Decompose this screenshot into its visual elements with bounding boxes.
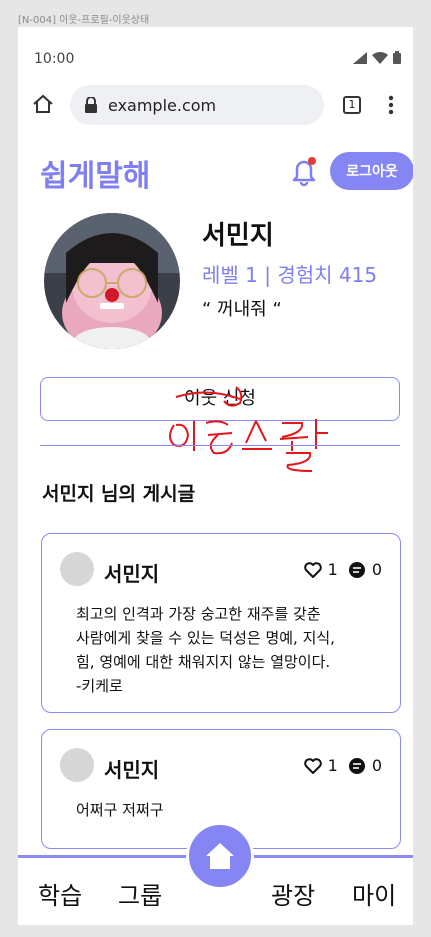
- comment-icon[interactable]: [348, 757, 366, 775]
- nav-my[interactable]: 마이: [352, 876, 396, 911]
- section-divider: [40, 445, 400, 446]
- nav-plaza[interactable]: 광장: [271, 876, 315, 911]
- battery-icon: [393, 51, 401, 64]
- avatar-image: [44, 213, 180, 349]
- status-time: 10:00: [34, 51, 75, 67]
- notification-dot: [308, 157, 316, 165]
- profile-status-message: “ 꺼내줘 “: [202, 299, 282, 320]
- profile-avatar: [44, 213, 180, 349]
- neighbor-request-button[interactable]: 이웃 신청: [40, 377, 400, 421]
- nav-home-button[interactable]: [186, 822, 254, 890]
- browser-bar: example.com 1: [18, 85, 413, 127]
- profile-name: 서민지: [202, 221, 274, 251]
- post-author: 서민지: [104, 562, 160, 586]
- heart-icon[interactable]: [303, 757, 322, 774]
- tab-switcher-button[interactable]: 1: [343, 96, 361, 114]
- comment-icon[interactable]: [348, 561, 366, 579]
- browser-home-icon[interactable]: [32, 93, 54, 115]
- nav-group[interactable]: 그룹: [118, 876, 162, 911]
- address-bar[interactable]: example.com: [70, 85, 324, 125]
- url-text: example.com: [108, 95, 217, 115]
- status-icons: [353, 51, 401, 64]
- post-stats: 1 0: [303, 560, 382, 579]
- home-icon: [206, 843, 234, 869]
- post-card[interactable]: 서민지 1 0 최고의 인격과 가장 숭고한 재주를 갖춘 사람에게 찾을 수 …: [41, 533, 401, 713]
- post-stats: 1 0: [303, 756, 382, 775]
- profile-level-exp: 레벨 1 | 경험치 415: [202, 263, 378, 287]
- comment-count: 0: [371, 756, 382, 775]
- post-author-avatar: [60, 748, 94, 782]
- heart-icon[interactable]: [303, 561, 322, 578]
- nav-learn[interactable]: 학습: [38, 876, 82, 911]
- post-body: 어쩌구 저쩌구: [76, 801, 164, 819]
- phone-screen: 10:00 example.com 1 쉽게말해 로그아웃 서민지 레벨 1 |…: [18, 27, 413, 925]
- app-title: 쉽게말해: [40, 159, 151, 194]
- comment-count: 0: [371, 560, 382, 579]
- post-body: 최고의 인격과 가장 숭고한 재주를 갖춘 사람에게 찾을 수 있는 덕성은 명…: [76, 605, 335, 695]
- frame-label: [N-004] 이웃-프로필-이웃상태: [18, 15, 150, 26]
- browser-menu-icon[interactable]: [388, 95, 394, 115]
- logout-button[interactable]: 로그아웃: [330, 152, 413, 190]
- like-count: 1: [327, 560, 338, 579]
- lock-icon: [85, 97, 97, 113]
- signal-icon: [353, 51, 367, 64]
- notification-bell-icon[interactable]: [289, 155, 319, 187]
- posts-heading: 서민지 님의 게시글: [42, 483, 196, 505]
- post-author: 서민지: [104, 758, 160, 782]
- status-bar: 10:00: [18, 27, 413, 87]
- post-author-avatar: [60, 552, 94, 586]
- wifi-icon: [372, 51, 388, 64]
- like-count: 1: [327, 756, 338, 775]
